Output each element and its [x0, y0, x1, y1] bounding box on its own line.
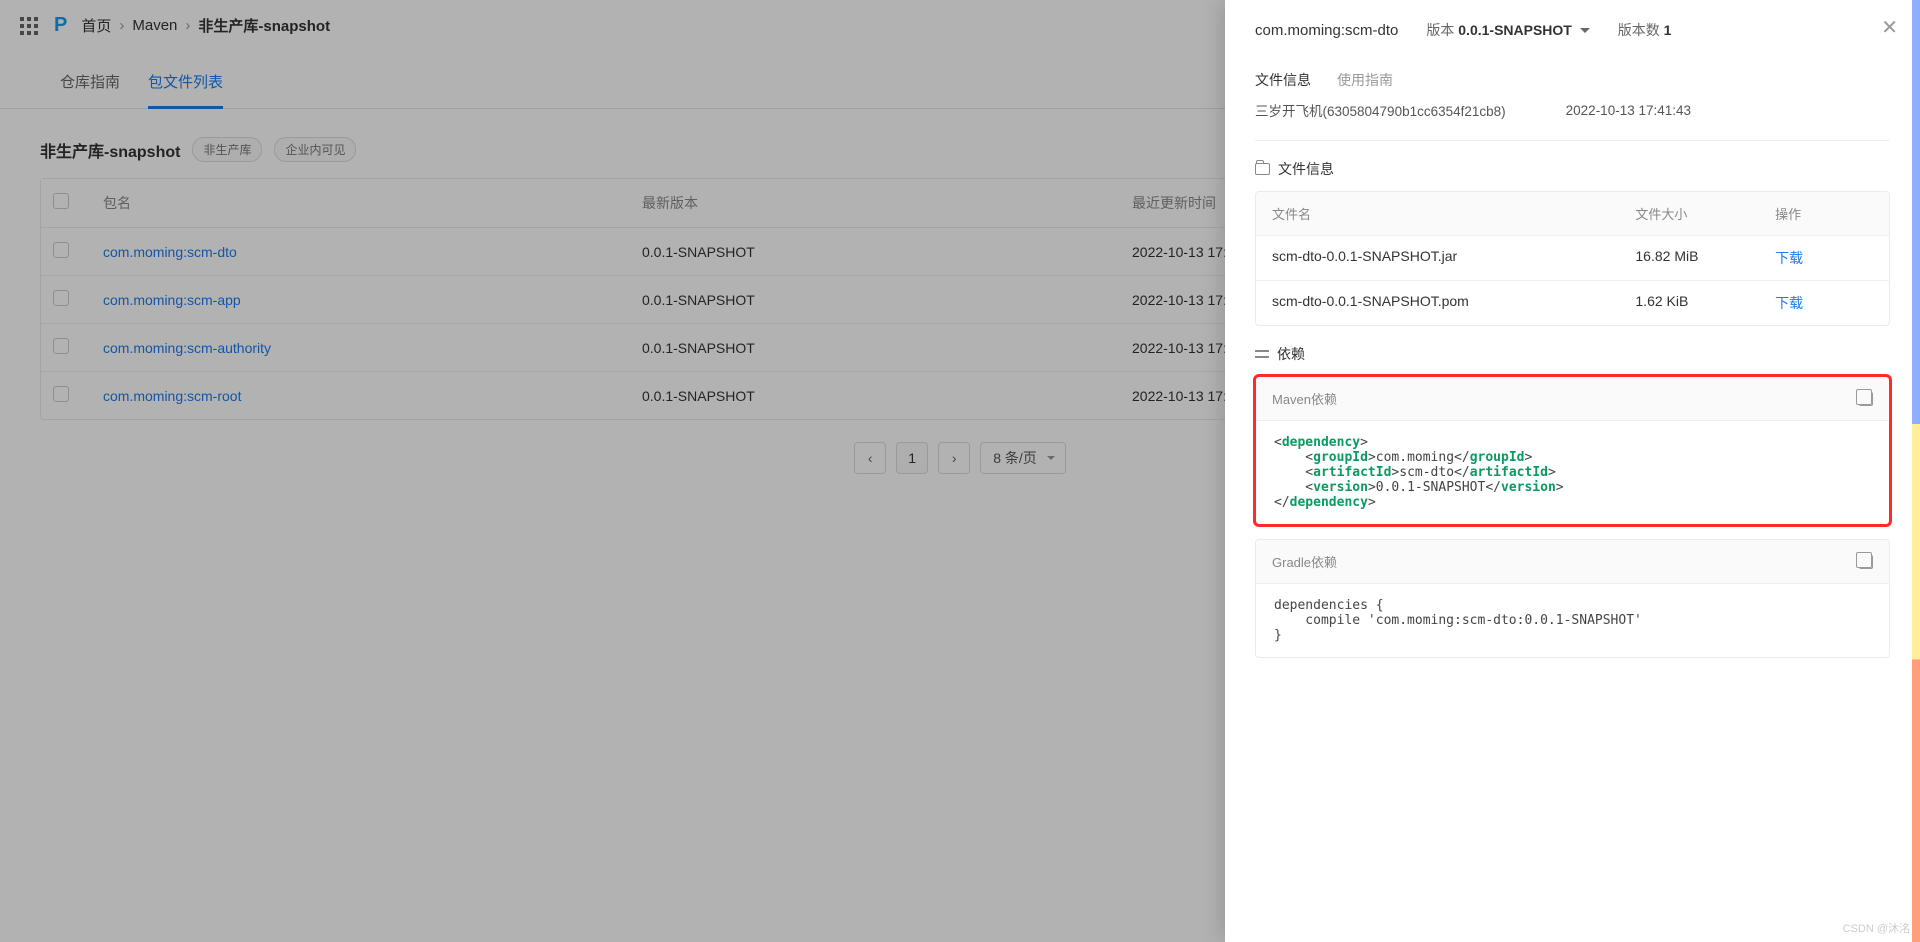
- folder-icon: [1255, 163, 1270, 175]
- file-size: 16.82 MiB: [1635, 248, 1775, 268]
- row-checkbox[interactable]: [53, 242, 69, 258]
- file-table: 文件名 文件大小 操作 scm-dto-0.0.1-SNAPSHOT.jar16…: [1255, 191, 1890, 326]
- file-name: scm-dto-0.0.1-SNAPSHOT.jar: [1272, 248, 1635, 268]
- tab-package-list[interactable]: 包文件列表: [148, 57, 223, 109]
- panel-version-label: 版本: [1426, 22, 1454, 38]
- version-cell: 0.0.1-SNAPSHOT: [642, 244, 1132, 260]
- panel-count-value: 1: [1664, 22, 1672, 38]
- panel-count-label: 版本数: [1618, 22, 1660, 38]
- package-link[interactable]: com.moming:scm-app: [103, 292, 241, 308]
- package-link[interactable]: com.moming:scm-root: [103, 388, 241, 404]
- dependency-icon: [1255, 347, 1269, 361]
- gradle-dependency-card: Gradle依赖 dependencies { compile 'com.mom…: [1255, 539, 1890, 658]
- creator-label: 三岁开飞机(6305804790b1cc6354f21cb8): [1255, 100, 1506, 120]
- breadcrumb-maven[interactable]: Maven: [132, 17, 177, 34]
- per-page-select[interactable]: 8 条/页: [980, 442, 1066, 474]
- breadcrumb-home[interactable]: 首页: [81, 15, 111, 36]
- detail-side-panel: com.moming:scm-dto 版本 0.0.1-SNAPSHOT 版本数…: [1225, 0, 1920, 942]
- version-cell: 0.0.1-SNAPSHOT: [642, 292, 1132, 308]
- maven-dep-title: Maven依赖: [1272, 389, 1337, 408]
- panel-version-value[interactable]: 0.0.1-SNAPSHOT: [1458, 22, 1572, 38]
- copy-icon[interactable]: [1859, 555, 1873, 569]
- maven-dependency-code[interactable]: <dependency> <groupId>com.moming</groupI…: [1256, 421, 1889, 524]
- panel-tab-file-info[interactable]: 文件信息: [1255, 56, 1311, 102]
- header-latest-version: 最新版本: [642, 193, 1132, 213]
- version-cell: 0.0.1-SNAPSHOT: [642, 340, 1132, 356]
- file-size: 1.62 KiB: [1635, 293, 1775, 313]
- gradle-dependency-code[interactable]: dependencies { compile 'com.moming:scm-d…: [1256, 584, 1889, 657]
- breadcrumb: 首页 › Maven › 非生产库-snapshot: [81, 15, 330, 36]
- tab-repo-guide[interactable]: 仓库指南: [60, 57, 120, 108]
- file-header-name: 文件名: [1272, 204, 1635, 223]
- watermark: CSDN @沐洺: [1843, 920, 1910, 936]
- file-header-size: 文件大小: [1635, 204, 1775, 223]
- chevron-down-icon[interactable]: [1580, 28, 1590, 38]
- file-row: scm-dto-0.0.1-SNAPSHOT.pom1.62 KiB下载: [1256, 280, 1889, 325]
- maven-dependency-card: Maven依赖 <dependency> <groupId>com.moming…: [1255, 376, 1890, 525]
- visibility-badge: 企业内可见: [274, 137, 356, 162]
- package-link[interactable]: com.moming:scm-dto: [103, 244, 237, 260]
- version-cell: 0.0.1-SNAPSHOT: [642, 388, 1132, 404]
- select-all-checkbox[interactable]: [53, 193, 69, 209]
- pager-next[interactable]: ›: [938, 442, 970, 474]
- file-info-section-title: 文件信息: [1278, 159, 1334, 179]
- download-link[interactable]: 下载: [1775, 295, 1803, 311]
- download-link[interactable]: 下载: [1775, 250, 1803, 266]
- scrollbar-map: [1912, 0, 1920, 942]
- close-icon[interactable]: ✕: [1881, 18, 1898, 38]
- apps-grid-icon[interactable]: [20, 17, 38, 35]
- breadcrumb-current: 非生产库-snapshot: [198, 15, 330, 36]
- gradle-dep-title: Gradle依赖: [1272, 552, 1337, 571]
- deps-section-title: 依赖: [1277, 344, 1305, 364]
- row-checkbox[interactable]: [53, 338, 69, 354]
- file-header-action: 操作: [1775, 204, 1873, 223]
- row-checkbox[interactable]: [53, 386, 69, 402]
- row-checkbox[interactable]: [53, 290, 69, 306]
- header-package-name: 包名: [103, 193, 642, 213]
- env-badge: 非生产库: [192, 137, 262, 162]
- copy-icon[interactable]: [1859, 392, 1873, 406]
- repo-title: 非生产库-snapshot: [40, 138, 180, 162]
- file-name: scm-dto-0.0.1-SNAPSHOT.pom: [1272, 293, 1635, 313]
- file-row: scm-dto-0.0.1-SNAPSHOT.jar16.82 MiB下载: [1256, 235, 1889, 280]
- panel-artifact-id: com.moming:scm-dto: [1255, 22, 1398, 39]
- published-time: 2022-10-13 17:41:43: [1566, 103, 1691, 118]
- pager-prev[interactable]: ‹: [854, 442, 886, 474]
- panel-tab-usage-guide[interactable]: 使用指南: [1337, 56, 1393, 102]
- pager-page-1[interactable]: 1: [896, 442, 928, 474]
- platform-logo[interactable]: P: [54, 14, 67, 37]
- package-link[interactable]: com.moming:scm-authority: [103, 340, 271, 356]
